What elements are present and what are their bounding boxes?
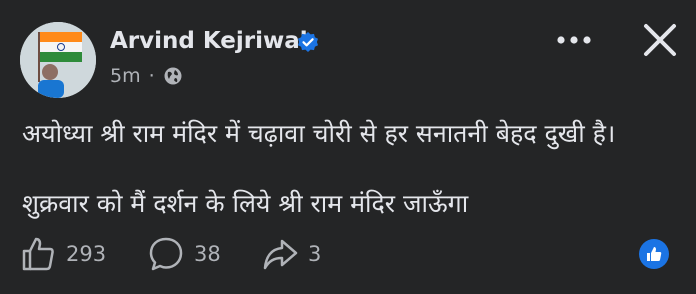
more-options-icon[interactable] xyxy=(552,26,596,54)
comment-bubble-icon xyxy=(149,237,183,271)
comment-button[interactable]: 38 xyxy=(148,236,221,272)
avatar[interactable] xyxy=(20,22,96,98)
meta-separator: · xyxy=(148,65,155,87)
post-text-line-1: अयोध्या श्री राम मंदिर में चढ़ावा चोरी स… xyxy=(22,119,616,148)
close-icon[interactable] xyxy=(638,18,682,62)
like-reaction-icon[interactable] xyxy=(638,238,670,270)
post-meta: 5m · xyxy=(110,65,183,87)
post-text-line-2: शुक्रवार को मैं दर्शन के लिये श्री राम म… xyxy=(22,189,469,218)
verified-badge-icon xyxy=(298,32,318,52)
avatar-image xyxy=(20,22,96,98)
share-count: 3 xyxy=(308,242,322,266)
like-count: 293 xyxy=(66,242,107,266)
globe-icon xyxy=(164,67,182,85)
post-time[interactable]: 5m xyxy=(110,65,141,87)
comment-count: 38 xyxy=(194,242,221,266)
share-button[interactable]: 3 xyxy=(262,236,321,272)
like-button[interactable]: 293 xyxy=(20,236,106,272)
thumbs-up-icon xyxy=(22,237,54,271)
author-name[interactable]: Arvind Kejriwal xyxy=(110,28,308,54)
share-arrow-icon xyxy=(263,239,298,270)
